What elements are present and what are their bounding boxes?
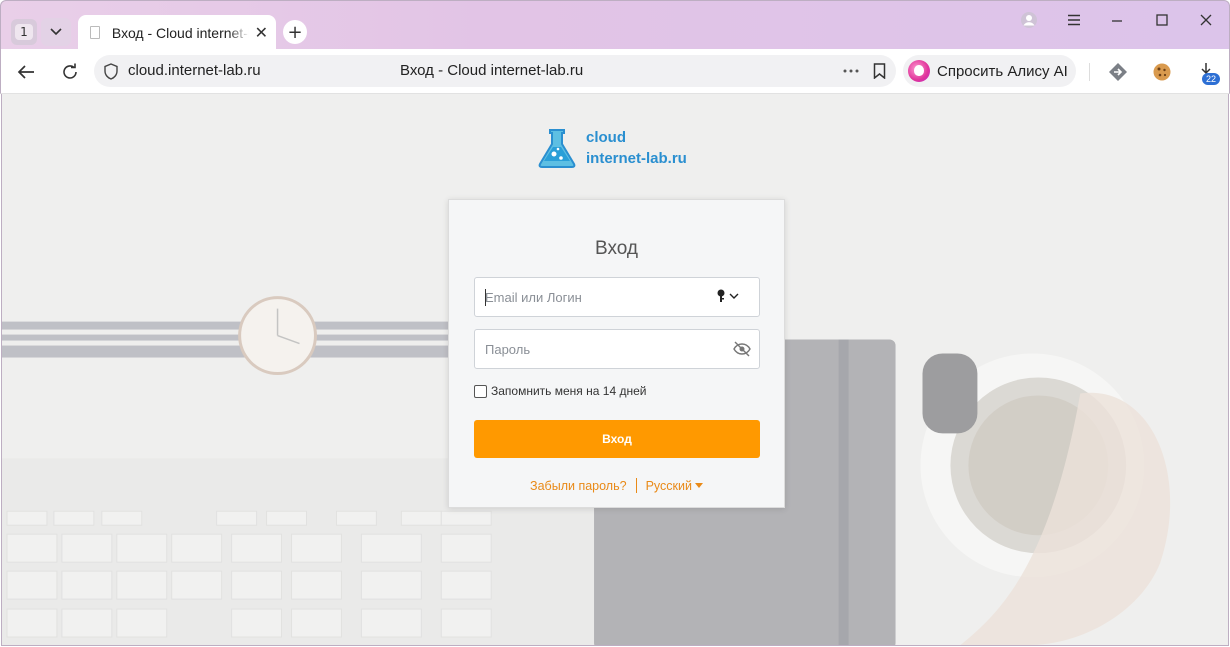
address-bar[interactable]: cloud.internet-lab.ru Вход - Cloud inter… xyxy=(94,55,896,87)
menu-icon[interactable] xyxy=(1064,10,1084,30)
downloads-button[interactable]: 22 xyxy=(1195,59,1221,85)
new-tab-button[interactable]: + xyxy=(283,20,307,44)
caret-down-icon xyxy=(694,483,703,488)
chevron-down-icon xyxy=(729,293,739,299)
flask-logo-icon xyxy=(538,129,576,168)
link-divider xyxy=(635,478,637,493)
cookie-icon xyxy=(1153,63,1171,81)
remember-me[interactable]: Запомнить меня на 14 дней xyxy=(474,384,646,398)
show-password-toggle[interactable] xyxy=(733,341,751,361)
back-button[interactable] xyxy=(13,59,39,85)
more-dots-icon[interactable] xyxy=(843,69,859,73)
cookie-extension-button[interactable] xyxy=(1149,59,1175,85)
browser-toolbar: cloud.internet-lab.ru Вход - Cloud inter… xyxy=(0,49,1230,94)
maximize-icon[interactable] xyxy=(1152,10,1172,30)
eye-slash-icon xyxy=(733,341,751,357)
password-field[interactable] xyxy=(474,329,760,369)
page-content: cloud internet-lab.ru Вход Запомнить мен… xyxy=(1,94,1229,646)
tab-list-dropdown[interactable] xyxy=(41,18,71,46)
text-caret xyxy=(485,289,486,306)
language-label: Русский xyxy=(645,478,692,493)
forgot-password-link[interactable]: Забыли пароль? xyxy=(530,479,627,493)
url-text: cloud.internet-lab.ru xyxy=(128,62,261,79)
tab-title: Вход - Cloud internet-lab.ru xyxy=(111,24,249,41)
toolbar-divider xyxy=(1089,63,1090,81)
close-tab-icon[interactable]: ✕ xyxy=(255,24,268,41)
extension-button[interactable] xyxy=(1105,59,1131,85)
reload-icon xyxy=(63,63,77,79)
tab-counter[interactable]: 1 xyxy=(11,19,37,45)
language-selector[interactable]: Русский xyxy=(646,479,703,493)
username-input[interactable] xyxy=(485,278,705,316)
password-input[interactable] xyxy=(485,330,705,368)
site-logo[interactable]: cloud internet-lab.ru xyxy=(536,127,687,169)
key-icon xyxy=(717,289,725,302)
close-window-icon[interactable] xyxy=(1196,10,1216,30)
alice-label: Спросить Алису AI xyxy=(937,62,1068,80)
browser-tab-bar: 1 Вход - Cloud internet-lab.ru ✕ + xyxy=(0,0,1230,50)
username-field[interactable] xyxy=(474,277,760,317)
active-tab[interactable]: Вход - Cloud internet-lab.ru ✕ xyxy=(78,15,276,50)
logo-line-1: cloud xyxy=(586,129,626,146)
omnibox-page-title: Вход - Cloud internet-lab.ru xyxy=(400,62,584,79)
password-manager-button[interactable] xyxy=(716,289,739,303)
login-card: Вход Запомнить меня на 14 дней Вход Забы… xyxy=(448,199,785,508)
alice-icon xyxy=(908,60,930,82)
login-footer: Забыли пароль? Русский xyxy=(449,478,784,493)
remember-checkbox[interactable] xyxy=(474,384,487,398)
ask-alice-button[interactable]: Спросить Алису AI xyxy=(903,55,1076,87)
chevron-down-icon xyxy=(50,28,62,36)
logo-line-2: internet-lab.ru xyxy=(586,150,687,167)
minimize-icon[interactable] xyxy=(1107,10,1127,30)
login-button[interactable]: Вход xyxy=(474,420,760,458)
bookmark-icon[interactable] xyxy=(873,63,886,79)
page-icon xyxy=(90,26,100,39)
site-info-icon[interactable] xyxy=(103,63,119,80)
downloads-badge: 22 xyxy=(1202,73,1221,85)
arrow-left-icon xyxy=(17,65,34,79)
reload-button[interactable] xyxy=(57,59,83,85)
extension-diamond-icon xyxy=(1109,63,1127,81)
remember-label: Запомнить меня на 14 дней xyxy=(491,384,647,398)
login-title: Вход xyxy=(595,238,638,259)
tab-counter-value: 1 xyxy=(15,24,33,40)
profile-icon[interactable] xyxy=(1019,10,1039,30)
